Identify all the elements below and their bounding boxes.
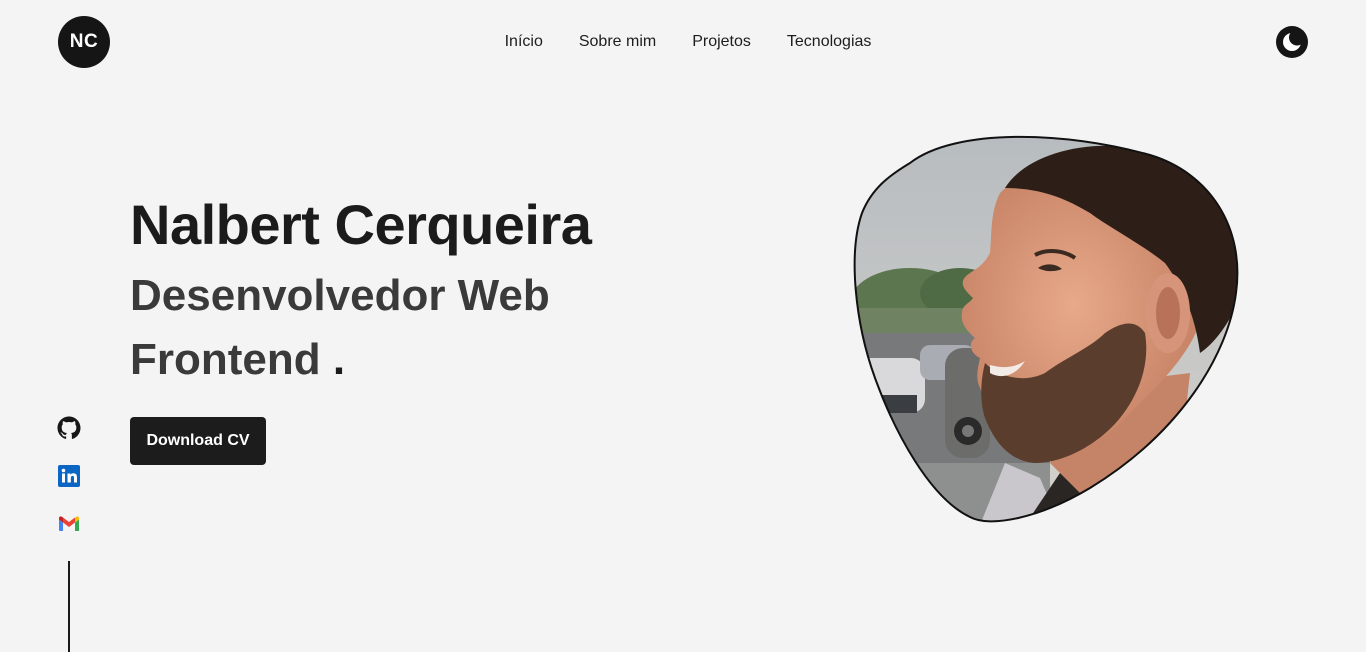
linkedin-icon — [58, 465, 80, 487]
download-cv-button[interactable]: Download CV — [130, 417, 266, 465]
page: NC Início Sobre mim Projetos Tecnologias… — [0, 0, 1366, 652]
social-links — [57, 416, 81, 536]
main-nav: Início Sobre mim Projetos Tecnologias — [0, 31, 1366, 53]
social-divider-line — [68, 561, 70, 652]
nav-link-inicio[interactable]: Início — [505, 31, 543, 53]
profile-photo-blob — [853, 135, 1239, 523]
github-icon — [57, 416, 81, 439]
profile-photo — [850, 133, 1242, 525]
hero-role: Desenvolvedor Web Frontend . — [130, 264, 650, 392]
hero-name: Nalbert Cerqueira — [130, 193, 592, 256]
theme-toggle-button[interactable] — [1275, 25, 1309, 59]
typing-cursor: . — [332, 335, 346, 384]
gmail-link[interactable] — [57, 512, 81, 536]
nav-link-tecnologias[interactable]: Tecnologias — [787, 31, 872, 53]
moon-icon — [1276, 26, 1308, 58]
linkedin-link[interactable] — [57, 464, 81, 488]
nav-link-sobre-mim[interactable]: Sobre mim — [579, 31, 656, 53]
nav-link-projetos[interactable]: Projetos — [692, 31, 751, 53]
github-link[interactable] — [57, 416, 81, 440]
gmail-icon — [59, 516, 79, 531]
